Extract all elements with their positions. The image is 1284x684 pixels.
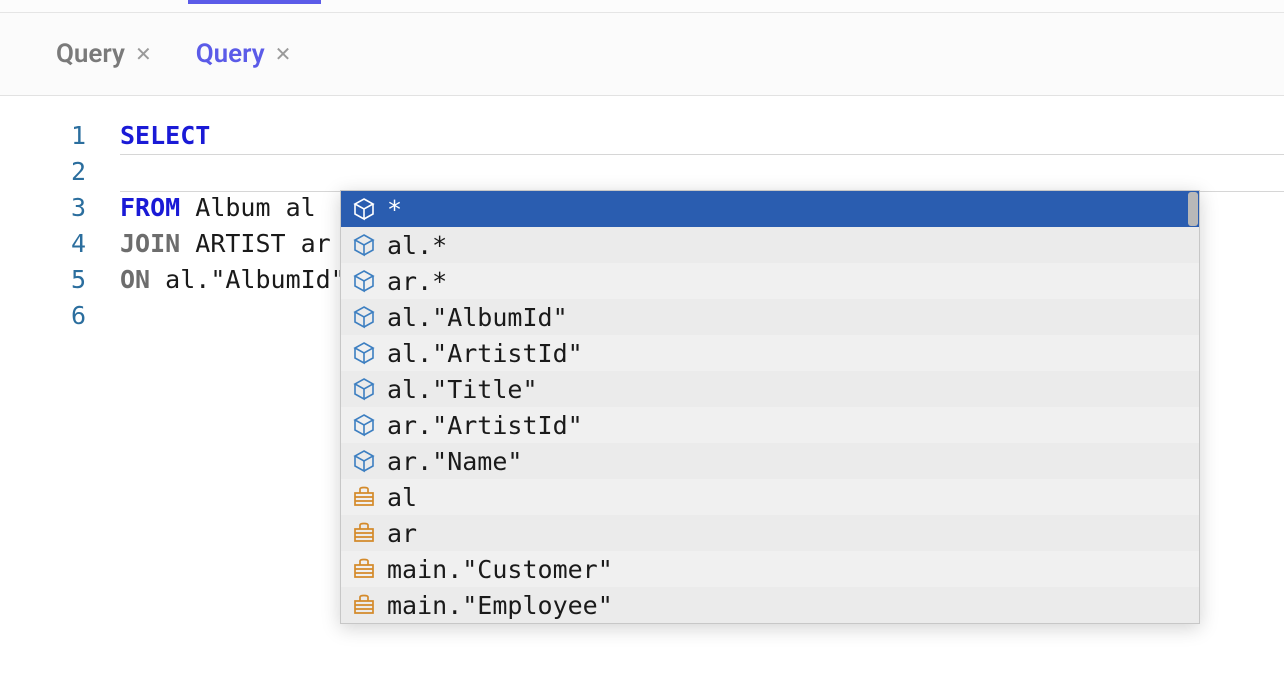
column-icon: [351, 376, 377, 402]
autocomplete-popup[interactable]: * al.* ar.* al."AlbumId" al."ArtistId" al."Ti…: [340, 190, 1200, 624]
table-icon: [351, 520, 377, 546]
token: ARTIST ar: [180, 229, 331, 258]
autocomplete-item[interactable]: al."ArtistId": [341, 335, 1199, 371]
autocomplete-item[interactable]: ar: [341, 515, 1199, 551]
column-icon: [351, 340, 377, 366]
autocomplete-item[interactable]: al.*: [341, 227, 1199, 263]
line-number: 5: [0, 262, 120, 298]
autocomplete-item-label: al: [387, 483, 417, 512]
code-content[interactable]: SELECT: [120, 118, 210, 154]
autocomplete-item[interactable]: ar."ArtistId": [341, 407, 1199, 443]
token: ON: [120, 265, 150, 294]
autocomplete-item-label: ar."Name": [387, 447, 522, 476]
column-icon: [351, 196, 377, 222]
token: FROM: [120, 193, 180, 222]
autocomplete-item-label: al."ArtistId": [387, 339, 583, 368]
token: al.: [150, 265, 210, 294]
close-icon[interactable]: ✕: [275, 42, 292, 66]
autocomplete-item[interactable]: main."Customer": [341, 551, 1199, 587]
token: JOIN: [120, 229, 180, 258]
table-icon: [351, 484, 377, 510]
token: SELECT: [120, 121, 210, 150]
code-editor[interactable]: 1SELECT23FROM Album al4JOIN ARTIST ar5ON…: [0, 96, 1284, 334]
autocomplete-item-label: ar: [387, 519, 417, 548]
autocomplete-item[interactable]: main."Employee": [341, 587, 1199, 623]
tab-0[interactable]: Query ✕: [56, 13, 152, 95]
tab-label: Query: [196, 39, 265, 69]
autocomplete-item-label: al."Title": [387, 375, 538, 404]
autocomplete-item-label: ar."ArtistId": [387, 411, 583, 440]
table-icon: [351, 556, 377, 582]
line-number: 2: [0, 154, 120, 190]
line-number: 4: [0, 226, 120, 262]
line-number: 3: [0, 190, 120, 226]
column-icon: [351, 268, 377, 294]
autocomplete-item[interactable]: al."AlbumId": [341, 299, 1199, 335]
line-number: 1: [0, 118, 120, 154]
token: Album al: [180, 193, 315, 222]
column-icon: [351, 412, 377, 438]
token: "AlbumId": [210, 265, 345, 294]
autocomplete-item-label: al.*: [387, 231, 447, 260]
autocomplete-item-label: main."Employee": [387, 591, 613, 620]
autocomplete-item-label: main."Customer": [387, 555, 613, 584]
close-icon[interactable]: ✕: [135, 42, 152, 66]
code-content[interactable]: FROM Album al: [120, 190, 316, 226]
column-icon: [351, 232, 377, 258]
line-number: 6: [0, 298, 120, 334]
autocomplete-item-label: al."AlbumId": [387, 303, 568, 332]
autocomplete-item-label: ar.*: [387, 267, 447, 296]
autocomplete-item[interactable]: ar."Name": [341, 443, 1199, 479]
code-content[interactable]: JOIN ARTIST ar: [120, 226, 331, 262]
autocomplete-item[interactable]: *: [341, 191, 1199, 227]
autocomplete-item[interactable]: al: [341, 479, 1199, 515]
code-line[interactable]: 2: [0, 154, 1284, 190]
autocomplete-item[interactable]: al."Title": [341, 371, 1199, 407]
code-content[interactable]: ON al."AlbumId": [120, 262, 346, 298]
scrollbar-thumb[interactable]: [1188, 192, 1198, 226]
tab-label: Query: [56, 39, 125, 69]
column-icon: [351, 304, 377, 330]
column-icon: [351, 448, 377, 474]
tab-1[interactable]: Query ✕: [196, 13, 292, 95]
table-icon: [351, 592, 377, 618]
code-line[interactable]: 1SELECT: [0, 118, 1284, 154]
tab-bar: Query ✕ Query ✕: [0, 13, 1284, 96]
autocomplete-item-label: *: [387, 195, 402, 224]
autocomplete-item[interactable]: ar.*: [341, 263, 1199, 299]
